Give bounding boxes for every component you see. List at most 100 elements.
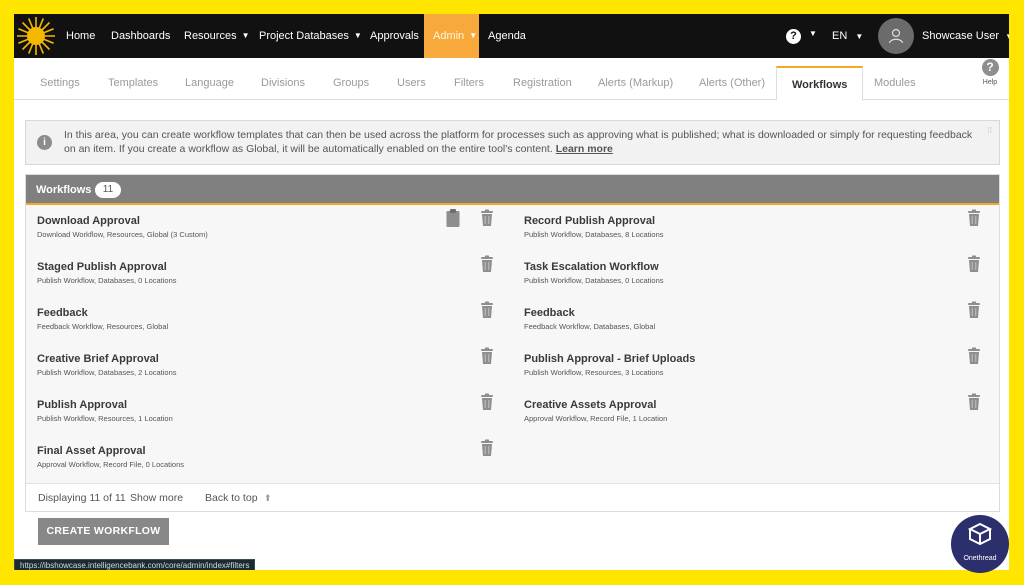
tab-language[interactable]: Language <box>185 66 234 100</box>
workflow-name[interactable]: Staged Publish Approval <box>37 261 177 273</box>
tab-registration[interactable]: Registration <box>513 66 572 100</box>
trash-icon[interactable] <box>480 393 494 411</box>
trash-icon[interactable] <box>480 439 494 457</box>
workflow-name[interactable]: Download Approval <box>37 215 208 227</box>
workflow-description: Publish Workflow, Databases, 0 Locations <box>37 276 177 285</box>
info-text: In this area, you can create workflow te… <box>64 129 973 155</box>
workflow-description: Publish Workflow, Resources, 1 Location <box>37 414 173 423</box>
nav-home[interactable]: Home <box>57 14 104 58</box>
workflow-description: Publish Workflow, Databases, 8 Locations <box>524 230 664 239</box>
info-box: i In this area, you can create workflow … <box>25 120 1000 165</box>
trash-icon[interactable] <box>480 255 494 273</box>
help-menu-icon[interactable]: ? <box>786 29 801 44</box>
trash-icon[interactable] <box>967 255 981 273</box>
nav-agenda[interactable]: Agenda <box>479 14 535 58</box>
workflow-item[interactable]: Task Escalation Workflow Publish Workflow… <box>524 261 664 301</box>
count-badge: 11 <box>95 182 121 198</box>
panel-header: Workflows 11 <box>26 175 999 205</box>
trash-icon[interactable] <box>967 393 981 411</box>
top-navbar: Home Dashboards Resources ▼ Project Datab… <box>14 14 1009 58</box>
workflow-description: Feedback Workflow, Databases, Global <box>524 322 656 331</box>
pin-icon[interactable]: ⁞⁞ <box>988 126 992 135</box>
workflow-name[interactable]: Feedback <box>37 307 168 319</box>
trash-icon[interactable] <box>967 301 981 319</box>
trash-icon[interactable] <box>967 347 981 365</box>
tab-alerts-markup[interactable]: Alerts (Markup) <box>598 66 673 100</box>
trash-icon[interactable] <box>967 209 981 227</box>
tab-alerts-other[interactable]: Alerts (Other) <box>699 66 765 100</box>
logo-sun-icon[interactable] <box>16 16 56 56</box>
workflow-name[interactable]: Final Asset Approval <box>37 445 184 457</box>
workflow-name[interactable]: Feedback <box>524 307 655 319</box>
workflow-description: Feedback Workflow, Resources, Global <box>37 322 169 331</box>
trash-icon[interactable] <box>480 209 494 227</box>
app-window: Home Dashboards Resources ▼ Project Datab… <box>14 14 1009 570</box>
panel-footer: Displaying 11 of 11 Show more Back to to… <box>26 483 999 511</box>
workflow-description: Download Workflow, Resources, Global (3 … <box>37 230 208 239</box>
workflow-item[interactable]: Feedback Feedback Workflow, Databases, Gl… <box>524 307 655 347</box>
workflow-item[interactable]: Record Publish Approval Publish Workflow,… <box>524 215 664 255</box>
nav-resources[interactable]: Resources ▼ <box>175 14 259 58</box>
tab-workflows[interactable]: Workflows <box>776 66 864 101</box>
panel-title: Workflows <box>36 184 92 196</box>
tab-filters[interactable]: Filters <box>454 66 484 100</box>
onethread-label: Onethread <box>963 555 997 562</box>
chevron-down-icon: ▼ <box>855 32 864 41</box>
user-menu[interactable]: Showcase User ▼ <box>922 14 1009 58</box>
workflow-item[interactable]: Staged Publish Approval Publish Workflow,… <box>37 261 177 301</box>
workflow-name[interactable]: Creative Brief Approval <box>37 353 177 365</box>
clipboard-icon[interactable] <box>446 209 460 227</box>
nav-project-databases[interactable]: Project Databases ▼ <box>250 14 371 58</box>
workflow-item[interactable]: Creative Assets Approval Approval Workflo… <box>524 399 667 439</box>
workflow-name[interactable]: Publish Approval - Brief Uploads <box>524 353 695 365</box>
status-bar-url: https://ibshowcase.intelligencebank.com/… <box>14 559 256 570</box>
nav-approvals[interactable]: Approvals <box>361 14 428 58</box>
tab-groups[interactable]: Groups <box>333 66 369 100</box>
workflow-item[interactable]: Download Approval Download Workflow, Reso… <box>37 215 208 255</box>
learn-more-link[interactable]: Learn more <box>556 143 613 155</box>
chevron-down-icon[interactable]: ▼ <box>809 29 817 38</box>
workflow-item[interactable]: Creative Brief Approval Publish Workflow,… <box>37 353 177 393</box>
tab-modules[interactable]: Modules <box>874 66 916 100</box>
back-to-top-link[interactable]: Back to top <box>205 484 258 512</box>
question-icon: ? <box>981 59 999 76</box>
info-icon: i <box>37 135 52 150</box>
workflow-description: Approval Workflow, Record File, 0 Locati… <box>37 460 185 469</box>
language-selector[interactable]: EN ▼ <box>832 14 863 58</box>
workflow-item[interactable]: Final Asset Approval Approval Workflow, R… <box>37 445 184 485</box>
user-icon <box>888 28 904 44</box>
nav-dashboards[interactable]: Dashboards <box>102 14 179 58</box>
workflow-name[interactable]: Record Publish Approval <box>524 215 664 227</box>
avatar[interactable] <box>878 18 914 54</box>
workflow-description: Publish Workflow, Databases, 0 Locations <box>524 276 664 285</box>
tab-users[interactable]: Users <box>397 66 426 100</box>
show-more-link[interactable]: Show more <box>130 484 183 512</box>
workflow-description: Publish Workflow, Databases, 2 Locations <box>37 368 177 377</box>
workflow-description: Approval Workflow, Record File, 1 Locati… <box>524 414 668 423</box>
workflow-item[interactable]: Feedback Feedback Workflow, Resources, Gl… <box>37 307 168 347</box>
create-workflow-button[interactable]: CREATE WORKFLOW <box>38 518 169 545</box>
trash-icon[interactable] <box>480 347 494 365</box>
admin-tabs: Settings Templates Language Divisions Gr… <box>14 66 1009 101</box>
onethread-mark-icon <box>967 522 993 546</box>
workflows-panel: Workflows 11 Download Approval Download W… <box>25 174 1000 512</box>
onethread-logo: Onethread <box>951 515 1009 573</box>
workflow-name[interactable]: Creative Assets Approval <box>524 399 667 411</box>
displaying-count: Displaying 11 of 11 <box>38 492 126 504</box>
chevron-down-icon: ▼ <box>469 31 478 40</box>
tab-templates[interactable]: Templates <box>108 66 158 100</box>
nav-admin[interactable]: Admin ▼ <box>424 14 479 58</box>
workflow-description: Publish Workflow, Resources, 3 Locations <box>524 368 664 377</box>
help-label: Help <box>982 79 998 86</box>
trash-icon[interactable] <box>480 301 494 319</box>
help-button[interactable]: ? Help <box>980 59 1000 86</box>
workflow-name[interactable]: Publish Approval <box>37 399 173 411</box>
tab-settings[interactable]: Settings <box>40 66 80 100</box>
workflow-name[interactable]: Task Escalation Workflow <box>524 261 664 273</box>
arrow-up-icon[interactable]: ⬆ <box>264 484 272 512</box>
workflow-item[interactable]: Publish Approval - Brief Uploads Publish … <box>524 353 695 393</box>
chevron-down-icon: ▼ <box>241 31 250 40</box>
workflow-item[interactable]: Publish Approval Publish Workflow, Resour… <box>37 399 173 439</box>
tab-divisions[interactable]: Divisions <box>261 66 305 100</box>
chevron-down-icon: ▼ <box>1005 32 1009 41</box>
